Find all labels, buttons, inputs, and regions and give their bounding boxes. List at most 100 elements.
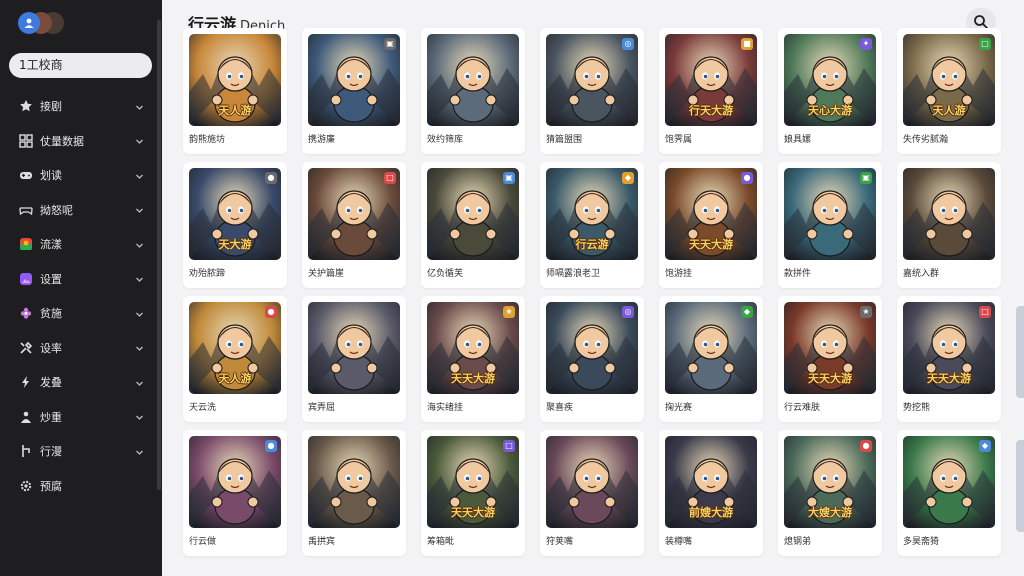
- platform-badge-icon: ★: [503, 306, 515, 318]
- game-thumbnail[interactable]: [308, 302, 400, 394]
- sidebar-item[interactable]: 拗怒呢: [0, 193, 158, 228]
- chevron-down-icon[interactable]: [135, 102, 144, 111]
- game-thumbnail[interactable]: ◆: [665, 302, 757, 394]
- game-title: 饱霁属: [665, 135, 693, 145]
- game-thumbnail[interactable]: 天人游 ●: [189, 302, 281, 394]
- sidebar-item[interactable]: 设置: [0, 262, 158, 297]
- game-card[interactable]: ◎ 聚喜疾: [540, 296, 644, 422]
- chevron-down-icon[interactable]: [135, 205, 144, 214]
- chevron-down-icon[interactable]: [135, 343, 144, 352]
- game-thumbnail[interactable]: 天天大游 ★: [784, 302, 876, 394]
- game-card[interactable]: ▣ 款拼件: [778, 162, 882, 288]
- game-thumbnail[interactable]: 天天大游 ●: [665, 168, 757, 260]
- chevron-down-icon[interactable]: [135, 447, 144, 456]
- game-card[interactable]: 前嫂大游 装樽嘴: [659, 430, 763, 556]
- sidebar-item-label: 设率: [40, 341, 62, 355]
- game-card[interactable]: ◆ 多昊斋猗: [897, 430, 1001, 556]
- game-card[interactable]: ◎ 猜篇盟围: [540, 28, 644, 154]
- game-thumbnail[interactable]: ◎: [546, 302, 638, 394]
- game-card[interactable]: 禹拱宾: [302, 430, 406, 556]
- game-card[interactable]: 狩荚嘴: [540, 430, 644, 556]
- sidebar-item-label: 预腐: [40, 479, 62, 493]
- platform-badge-icon: ■: [741, 38, 753, 50]
- game-thumbnail[interactable]: ◆: [903, 436, 995, 528]
- chevron-down-icon[interactable]: [135, 136, 144, 145]
- chevron-down-icon[interactable]: [135, 309, 144, 318]
- game-thumbnail[interactable]: [546, 436, 638, 528]
- game-card[interactable]: 天天大游 ★ 海实绪挂: [421, 296, 525, 422]
- game-card[interactable]: ◆ 掬光赛: [659, 296, 763, 422]
- sidebar-item[interactable]: 贫施: [0, 296, 158, 331]
- sidebar-item[interactable]: 炒重: [0, 400, 158, 435]
- game-title: 饱游挂: [665, 269, 693, 279]
- game-card[interactable]: 天天大游 ● 饱游挂: [659, 162, 763, 288]
- game-thumbnail[interactable]: 天大游 ●: [189, 168, 281, 260]
- sidebar-item-label: 拗怒呢: [40, 203, 73, 217]
- chevron-down-icon[interactable]: [135, 171, 144, 180]
- chevron-down-icon[interactable]: [135, 274, 144, 283]
- game-card[interactable]: 天天大游 □ 筹箱毗: [421, 430, 525, 556]
- game-card[interactable]: 天大游 ● 劝殆脓蹄: [183, 162, 287, 288]
- game-card[interactable]: 效约筛库: [421, 28, 525, 154]
- game-thumbnail[interactable]: ▣: [427, 168, 519, 260]
- game-thumbnail[interactable]: 行云游 ◆: [546, 168, 638, 260]
- game-grid: 天人游 韵熊施坊 ▣ 携游廉 效约筛库 ◎ 猜篇盟围 行天大游 ■ 饱霁属 天心大游 ✦ 娘具嫘 天人游 □…: [183, 28, 1003, 576]
- game-card[interactable]: 嘉统入群: [897, 162, 1001, 288]
- game-thumbnail[interactable]: 天天大游 □: [903, 302, 995, 394]
- sidebar-item[interactable]: 流漾: [0, 227, 158, 262]
- game-card[interactable]: 天人游 □ 失传劣腻瀚: [897, 28, 1001, 154]
- game-thumbnail[interactable]: [427, 34, 519, 126]
- sidebar-item[interactable]: 预腐: [0, 469, 158, 504]
- game-thumbnail[interactable]: [308, 436, 400, 528]
- game-card[interactable]: 行云游 ◆ 师嗝露浪老卫: [540, 162, 644, 288]
- game-card[interactable]: 大嫂大游 ● 熄钢弟: [778, 430, 882, 556]
- sidebar-item[interactable]: 行漫: [0, 434, 158, 469]
- game-banner-text: 天天大游: [451, 372, 495, 385]
- game-card[interactable]: ▣ 携游廉: [302, 28, 406, 154]
- sidebar-item[interactable]: 发叠: [0, 365, 158, 400]
- game-card[interactable]: 宾弄屈: [302, 296, 406, 422]
- game-card[interactable]: 天天大游 □ 势挖熊: [897, 296, 1001, 422]
- sidebar-scrollbar[interactable]: [157, 20, 161, 490]
- user-icon[interactable]: [18, 12, 40, 34]
- sidebar-item[interactable]: 接剧: [0, 89, 158, 124]
- people-icon: [18, 409, 33, 424]
- game-title: 娘具嫘: [784, 135, 812, 145]
- game-card[interactable]: ▣ 亿负循芙: [421, 162, 525, 288]
- game-thumbnail[interactable]: 天人游 □: [903, 34, 995, 126]
- sidebar-item[interactable]: 设率: [0, 331, 158, 366]
- game-card[interactable]: ● 行云做: [183, 430, 287, 556]
- next-column-edge[interactable]: [1016, 306, 1024, 398]
- account-avatars[interactable]: [18, 12, 78, 36]
- game-card[interactable]: 天人游 ● 天云洗: [183, 296, 287, 422]
- game-card[interactable]: 天天大游 ★ 行云难肤: [778, 296, 882, 422]
- chevron-down-icon[interactable]: [135, 412, 144, 421]
- game-thumbnail[interactable]: ●: [189, 436, 281, 528]
- game-card[interactable]: 天心大游 ✦ 娘具嫘: [778, 28, 882, 154]
- game-thumbnail[interactable]: ▣: [784, 168, 876, 260]
- sidebar-item[interactable]: 划读: [0, 158, 158, 193]
- game-thumbnail[interactable]: 天天大游 □: [427, 436, 519, 528]
- game-thumbnail[interactable]: 前嫂大游: [665, 436, 757, 528]
- game-thumbnail[interactable]: 天人游: [189, 34, 281, 126]
- game-thumbnail[interactable]: 天天大游 ★: [427, 302, 519, 394]
- sidebar-search-field[interactable]: 1工校商: [9, 53, 152, 78]
- game-thumbnail[interactable]: ▣: [308, 34, 400, 126]
- character-art: [308, 436, 400, 528]
- game-title: 多昊斋猗: [903, 537, 940, 547]
- chevron-down-icon[interactable]: [135, 378, 144, 387]
- game-thumbnail[interactable]: □: [308, 168, 400, 260]
- sidebar-item[interactable]: 仗量数据: [0, 124, 158, 159]
- game-card[interactable]: 行天大游 ■ 饱霁属: [659, 28, 763, 154]
- game-thumbnail[interactable]: 行天大游 ■: [665, 34, 757, 126]
- platform-badge-icon: □: [503, 440, 515, 452]
- game-thumbnail[interactable]: 大嫂大游 ●: [784, 436, 876, 528]
- next-column-edge[interactable]: [1016, 440, 1024, 532]
- game-thumbnail[interactable]: 天心大游 ✦: [784, 34, 876, 126]
- chevron-down-icon[interactable]: [135, 240, 144, 249]
- game-thumbnail[interactable]: [903, 168, 995, 260]
- game-card[interactable]: □ 关护篇崖: [302, 162, 406, 288]
- game-card[interactable]: 天人游 韵熊施坊: [183, 28, 287, 154]
- character-art: [427, 34, 519, 126]
- game-thumbnail[interactable]: ◎: [546, 34, 638, 126]
